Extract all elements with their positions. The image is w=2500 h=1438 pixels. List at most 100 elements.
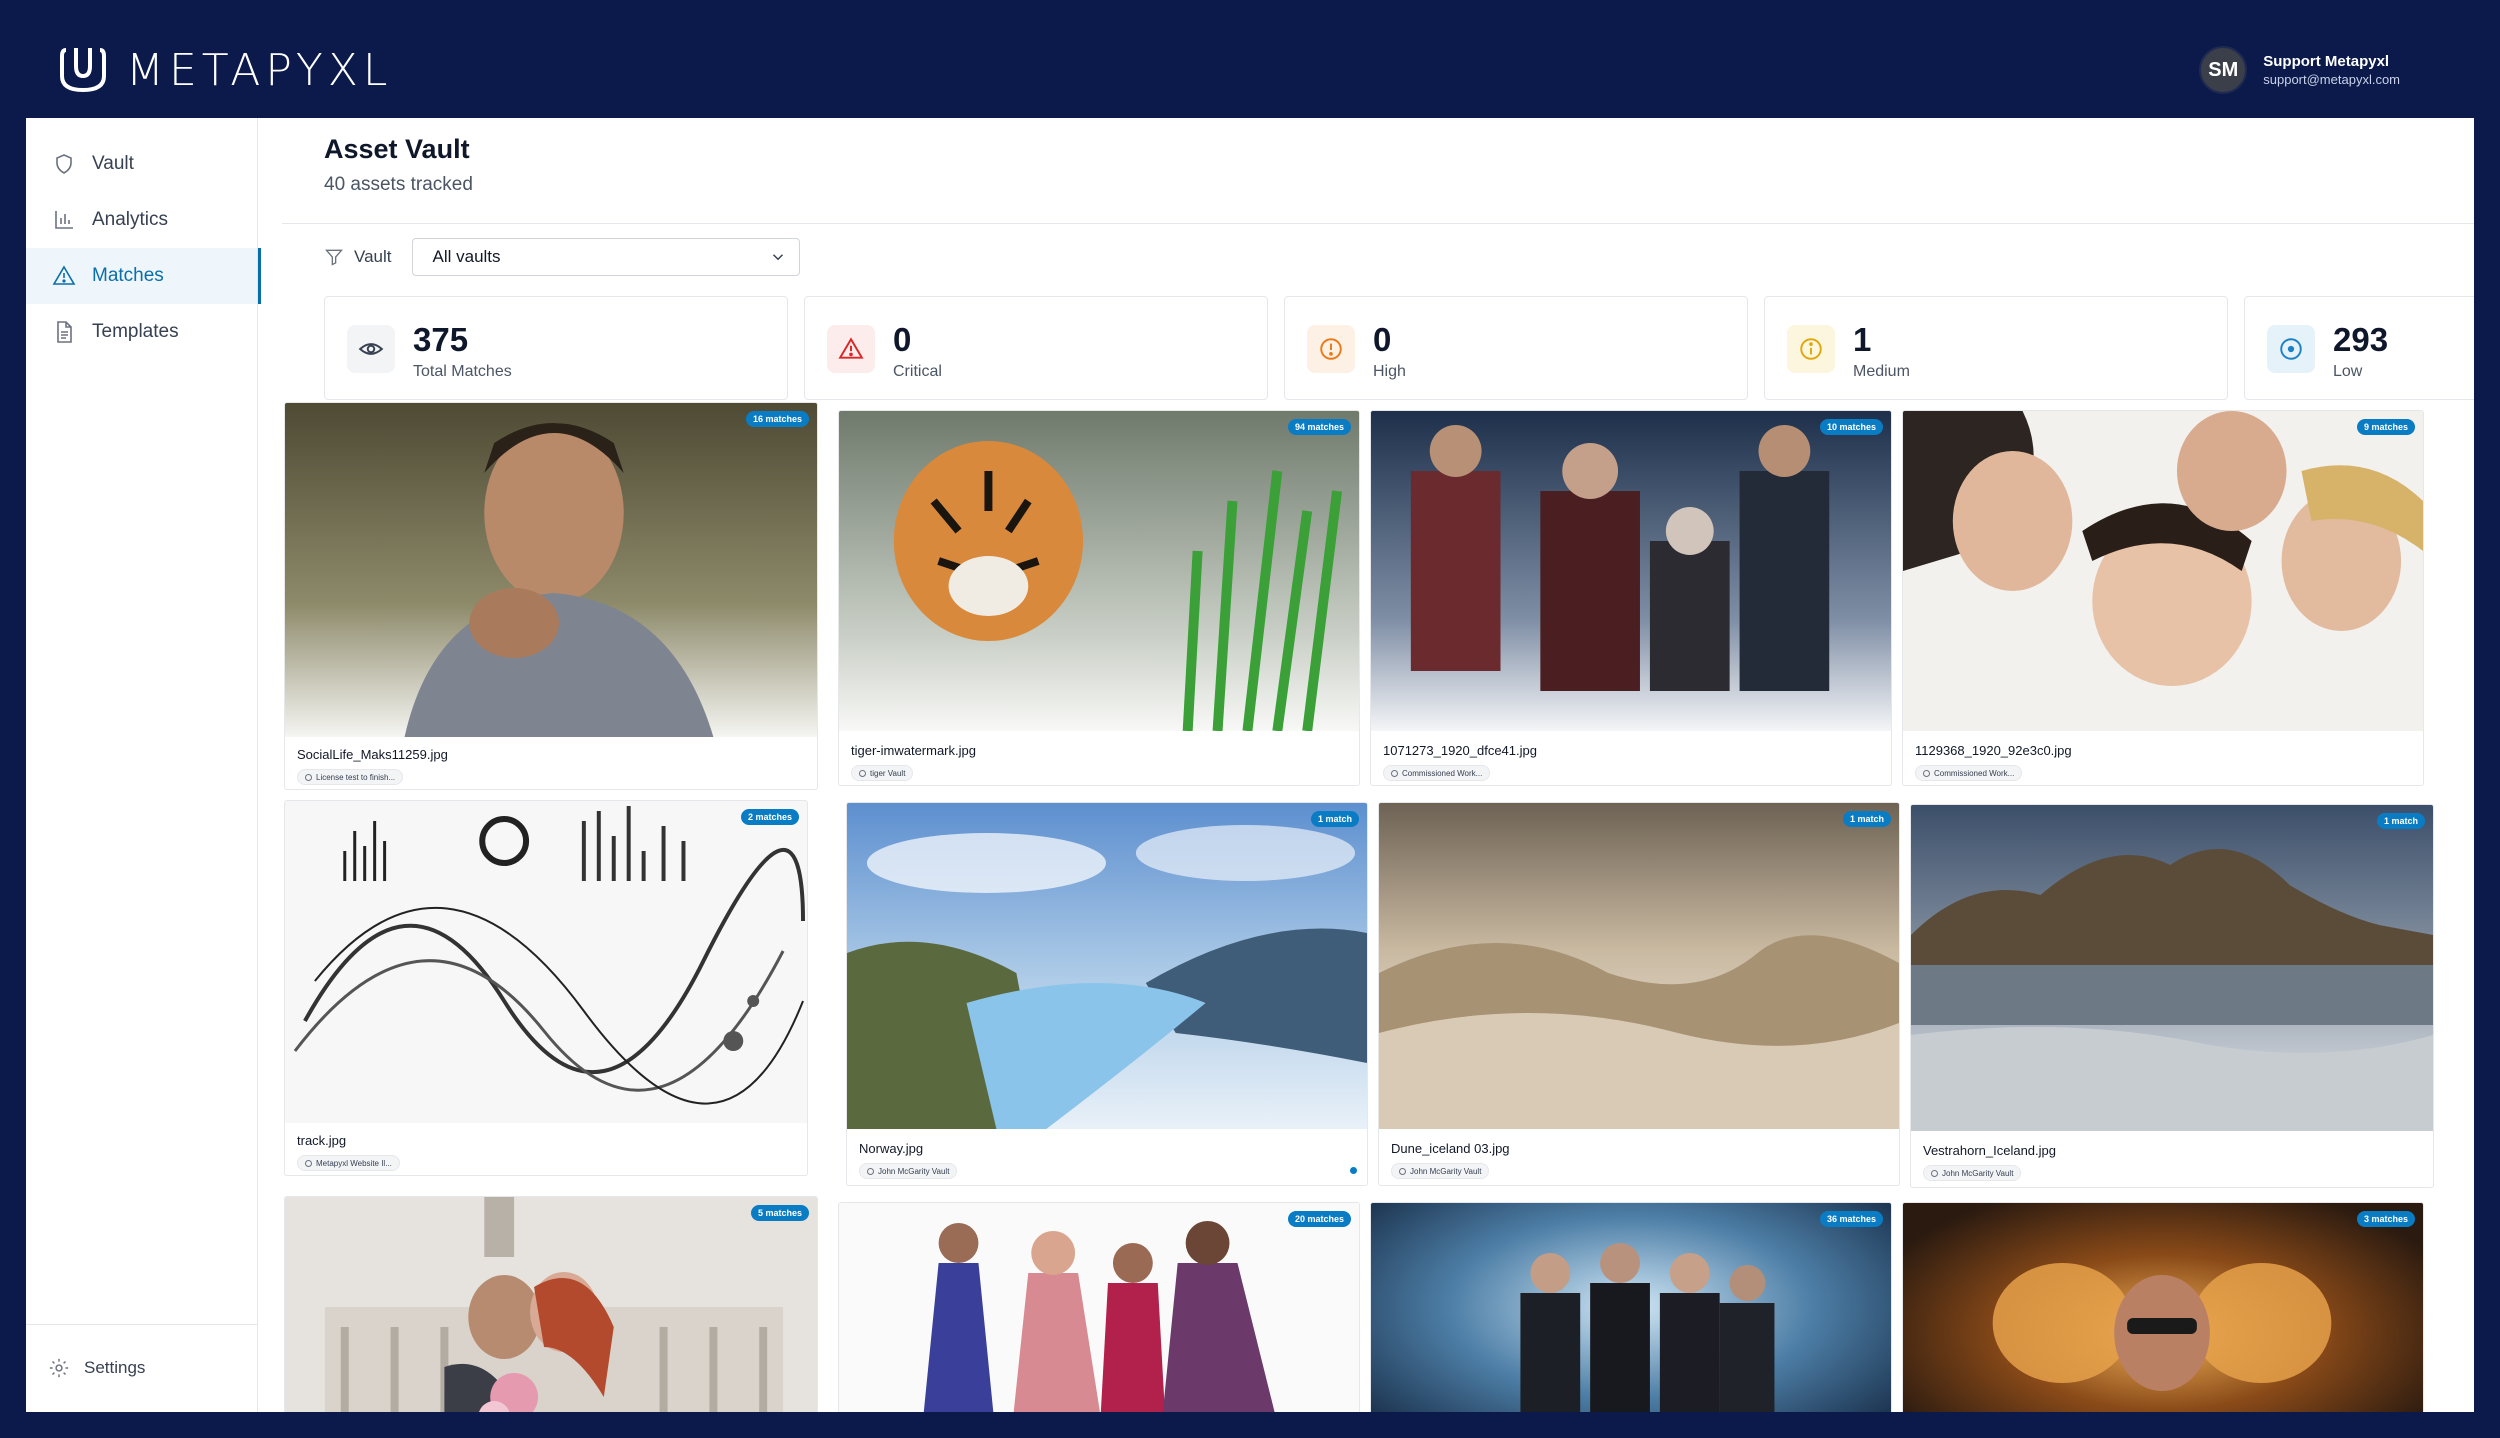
asset-card[interactable]: 20 matches [838, 1202, 1360, 1412]
asset-card[interactable]: 2 matches track.jpg Metapyxl Website Il.… [284, 800, 808, 1176]
app-surface: Vault Analytics Matches Templates Settin… [26, 118, 2474, 1412]
tiger-image [839, 411, 1359, 731]
match-count-badge: 9 matches [2356, 419, 2415, 435]
asset-card[interactable]: 1 match Vestrahorn_Iceland.jpg John McGa… [1910, 804, 2434, 1188]
settings-link[interactable]: Settings [48, 1357, 145, 1379]
vault-chip-label: John McGarity Vault [1410, 1166, 1482, 1176]
match-count-badge: 10 matches [1819, 419, 1883, 435]
sidebar-item-label: Templates [92, 321, 179, 342]
sidebar-item-vault[interactable]: Vault [26, 136, 257, 192]
asset-filename: tiger-imwatermark.jpg [851, 743, 976, 758]
match-count-badge: 94 matches [1287, 419, 1351, 435]
asset-filename: 1129368_1920_92e3c0.jpg [1915, 743, 2072, 758]
match-count-badge: 3 matches [2356, 1211, 2415, 1227]
brand-name: METAPYXL [126, 44, 393, 96]
vault-chip-label: John McGarity Vault [878, 1166, 950, 1176]
match-count-badge: 16 matches [745, 411, 809, 427]
sidebar-footer: Settings [26, 1324, 258, 1412]
match-count-badge: 5 matches [750, 1205, 809, 1221]
asset-card[interactable]: 36 matches [1370, 1202, 1892, 1412]
sidebar-nav: Vault Analytics Matches Templates [26, 118, 261, 360]
filter-icon [325, 249, 343, 266]
match-count-badge: 1 match [1310, 811, 1359, 827]
logo-mark-icon [60, 48, 106, 93]
user-menu[interactable]: SM Support Metapyxl support@metapyxl.com [2199, 46, 2400, 94]
vault-chip: John McGarity Vault [1391, 1163, 1490, 1179]
asset-thumbnail [1903, 1203, 2423, 1412]
target-circle-icon [2280, 338, 2302, 360]
stat-card-critical[interactable]: 0 Critical [804, 296, 1268, 400]
vault-chip: Commissioned Work... [1383, 765, 1491, 781]
sidebar: Vault Analytics Matches Templates Settin… [26, 118, 261, 1412]
avatar[interactable]: SM [2199, 46, 2248, 94]
bar-chart-icon [55, 211, 73, 229]
asset-card[interactable]: 16 matches SocialLife_Maks11259.jpg Lice… [284, 402, 818, 790]
vault-dot-icon [1931, 1169, 1938, 1177]
asset-thumbnail [847, 803, 1367, 1129]
main-content: Asset Vault 40 assets tracked Vault All … [282, 118, 2474, 1412]
sidebar-item-label: Vault [92, 153, 134, 174]
vault-chip-label: Commissioned Work... [1934, 768, 2015, 778]
stat-label: Total Matches [413, 363, 512, 380]
asset-thumbnail [1911, 805, 2433, 1131]
asset-thumbnail [1371, 411, 1891, 731]
stat-card-total[interactable]: 375 Total Matches [324, 296, 788, 400]
asset-grid: 16 matches SocialLife_Maks11259.jpg Lice… [282, 402, 2474, 1412]
page-subtitle: 40 assets tracked [324, 174, 473, 195]
asset-card[interactable]: 1 match Norway.jpg John McGarity Vault [846, 802, 1368, 1186]
vault-dot-icon [305, 1159, 312, 1167]
vault-chip: Commissioned Work... [1915, 765, 2023, 781]
brand-logo[interactable]: METAPYXL [60, 44, 393, 96]
alert-triangle-icon [838, 337, 864, 359]
stat-card-medium[interactable]: 1 Medium [1764, 296, 2228, 400]
asset-card[interactable]: 94 matches tiger-imwatermark.jpg tiger V… [838, 410, 1360, 786]
stat-label: High [1373, 363, 1406, 380]
vault-dot-icon [1391, 769, 1398, 777]
warning-triangle-icon [52, 265, 76, 285]
asset-card[interactable]: 10 matches 1071273_1920_dfce41.jpg Commi… [1370, 410, 1892, 786]
sketch-artwork-image [285, 801, 807, 1123]
vault-select[interactable]: All vaults [411, 238, 800, 276]
eye-icon [358, 343, 384, 355]
page-header: Asset Vault 40 assets tracked [282, 118, 2474, 224]
match-count-badge: 2 matches [740, 809, 799, 825]
wedding-photo-image [285, 1197, 817, 1412]
stat-card-high[interactable]: 0 High [1284, 296, 1748, 400]
asset-card[interactable]: 3 matches [1902, 1202, 2424, 1412]
vault-dot-icon [867, 1167, 874, 1175]
stat-icon-bg [1787, 325, 1835, 373]
mountain-landscape-image [1911, 805, 2433, 1131]
sidebar-item-matches[interactable]: Matches [26, 248, 261, 304]
stat-label: Medium [1853, 363, 1910, 380]
asset-card[interactable]: 5 matches [284, 1196, 818, 1412]
stat-icon-bg [827, 325, 875, 373]
vault-dot-icon [1923, 769, 1930, 777]
asset-thumbnail [1371, 1203, 1891, 1412]
shield-icon [56, 154, 72, 174]
user-name: Support Metapyxl [2263, 53, 2390, 70]
asset-filename: SocialLife_Maks11259.jpg [297, 747, 448, 762]
sidebar-item-analytics[interactable]: Analytics [26, 192, 257, 248]
vault-dot-icon [859, 769, 866, 777]
vault-chip: Metapyxl Website Il... [297, 1155, 400, 1171]
band-photo-image [1371, 1203, 1891, 1412]
stat-label: Low [2333, 363, 2363, 380]
vault-chip-label: License test to finish... [316, 772, 396, 782]
stat-card-low[interactable]: 293 Low [2244, 296, 2474, 400]
new-indicator-dot [1350, 1167, 1357, 1174]
vault-chip-label: John McGarity Vault [1942, 1168, 2014, 1178]
asset-filename: Norway.jpg [859, 1141, 924, 1156]
top-header: METAPYXL SM Support Metapyxl support@met… [0, 0, 2500, 118]
asset-filename: track.jpg [297, 1133, 347, 1148]
sidebar-item-templates[interactable]: Templates [26, 304, 257, 360]
vault-select-value: All vaults [432, 247, 501, 266]
asset-card[interactable]: 1 match Dune_iceland 03.jpg John McGarit… [1378, 802, 1900, 1186]
user-email: support@metapyxl.com [2263, 72, 2400, 87]
stats-row: 375 Total Matches 0 Critical 0 High 1 Me… [324, 296, 2474, 402]
vault-chip-label: Metapyxl Website Il... [316, 1158, 392, 1168]
sidebar-item-label: Matches [92, 265, 164, 286]
group-photo-image [1371, 411, 1891, 731]
asset-card[interactable]: 9 matches 1129368_1920_92e3c0.jpg Commis… [1902, 410, 2424, 786]
stat-value: 293 [2333, 321, 2389, 358]
stat-value: 375 [413, 321, 469, 358]
